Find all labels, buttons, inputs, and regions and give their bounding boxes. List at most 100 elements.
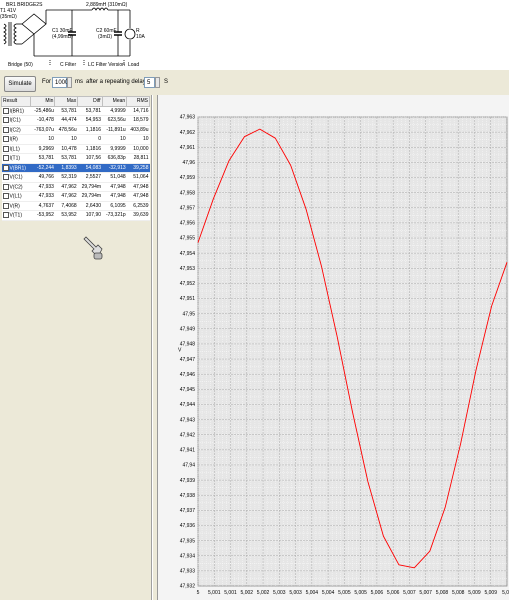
caption-bridge: Bridge (50) [8,62,33,68]
row-checkbox[interactable] [2,136,9,143]
delay-input[interactable]: 5 [144,77,155,88]
row-checkbox[interactable] [2,155,9,162]
result-value-cell: 39,258 [126,163,150,173]
result-value-cell: 18,579 [126,115,150,126]
result-value-cell: 14,716 [126,106,150,116]
column-header-rms[interactable]: RMS [126,96,150,107]
result-value-cell: 52,319 [54,172,78,183]
result-value-cell: 29,794m [77,191,103,202]
result-value-cell: 9,2969 [30,144,55,154]
result-name: V(BR1) [9,164,26,171]
caption-lc-filter: LC Filter Version [88,62,125,68]
x-tick-label: 5,01 [502,590,509,596]
result-row[interactable]: I(C1) -10,478 44,474 54,953 623,56u 18,579 [1,115,150,126]
x-tick-label: 5,008 [452,590,465,596]
result-row[interactable]: V(T1) -53,952 53,952 107,90 -73,321p 39,639 [1,210,150,221]
row-checkbox[interactable] [2,202,9,209]
row-checkbox[interactable] [2,126,9,133]
y-tick-label: 47,947 [180,357,196,363]
result-row[interactable]: I(C2) -763,07u 478,56u 1,1816 -11,891u 403,89… [1,125,150,135]
y-tick-label: 47,954 [180,251,196,257]
result-row[interactable]: I(BR1) -25,486u 53,781 53,781 4,9999 14,716 [1,106,150,116]
column-header-result[interactable]: Result [1,96,31,107]
result-name: V(T1) [9,212,23,219]
x-tick-label: 5,007 [419,590,432,596]
result-value-cell: 10 [54,134,78,145]
results-panel: Result Min Max Diff Mean RMS I(BR1) -25,4… [0,95,152,600]
row-checkbox[interactable] [2,183,9,190]
row-checkbox[interactable] [2,145,9,152]
y-tick-label: 47,943 [180,417,196,423]
result-name-cell: V(R) [1,201,31,211]
result-row[interactable]: V(R) 4,7637 7,4068 2,6430 6,1095 6,2539 [1,201,150,211]
row-checkbox[interactable] [2,212,9,219]
row-checkbox[interactable] [2,107,9,114]
x-tick-label: 5,005 [338,590,351,596]
x-tick-label: 5,002 [241,590,254,596]
result-name: V(C2) [9,183,23,190]
result-value-cell: 47,948 [126,182,150,192]
result-row[interactable]: I(T1) 53,781 53,781 107,56 636,83p 28,811 [1,153,150,164]
y-tick-label: 47,932 [180,584,196,590]
transformer-resistance-label: (35mΩ) [0,14,17,20]
x-tick-label: 5,006 [371,590,384,596]
result-name: I(C1) [9,117,21,124]
y-tick-label: 47,939 [180,478,196,484]
result-value-cell: 51,048 [102,172,127,183]
result-value-cell: 6,1095 [102,201,127,211]
hand-pointer-icon [83,236,103,260]
column-header-mean[interactable]: Mean [101,96,128,107]
result-name-cell: I(T1) [1,153,31,164]
y-tick-label: 47,938 [180,493,196,499]
result-value-cell: 53,781 [54,106,78,116]
y-tick-label: 47,949 [180,327,196,333]
caption-c-filter: C Filter [60,62,76,68]
result-value-cell: 44,474 [54,115,78,126]
result-row[interactable]: V(C2) 47,933 47,962 29,794m 47,948 47,948 [1,182,150,192]
result-value-cell: 10,478 [54,144,78,154]
result-row[interactable]: V(BR1) -52,244 1,8393 54,083 -32,913 39,258 [1,163,150,173]
x-tick-label: 5,001 [208,590,221,596]
row-checkbox[interactable] [2,117,9,124]
result-value-cell: -763,07u [30,125,55,135]
result-value-cell: 47,948 [126,191,150,202]
row-checkbox[interactable] [2,193,9,200]
column-header-diff[interactable]: Diff [77,96,103,107]
duration-spinner[interactable] [67,77,72,88]
seconds-label: S [164,79,169,85]
result-row[interactable]: I(R) 10 10 0 10 10 [1,134,150,145]
result-value-cell: 53,781 [77,106,103,116]
waveform-plot[interactable]: 47,963 47,962 47,961 47,96 47,959 47,958 47,95… [158,95,509,600]
delay-spinner[interactable] [155,77,160,88]
x-tick-label: 5,005 [354,590,367,596]
ms-label: ms [75,79,83,85]
column-header-max[interactable]: Max [54,96,79,107]
result-value-cell: 10,000 [126,144,150,154]
result-value-cell: 47,948 [102,182,127,192]
bridge-rectifier [21,13,47,35]
x-tick-label: 5,008 [436,590,449,596]
result-value-cell: 107,56 [77,153,103,164]
result-name: I(T1) [9,155,21,162]
result-value-cell: -11,891u [102,125,127,135]
result-value-cell: 636,83p [102,153,127,164]
result-value-cell: -52,244 [30,163,55,173]
result-row[interactable]: V(C1) 49,766 52,319 2,5527 51,048 51,064 [1,172,150,183]
y-tick-label: 47,942 [180,432,196,438]
result-row[interactable]: V(L1) 47,933 47,962 29,794m 47,948 47,948 [1,191,150,202]
y-tick-label: 47,956 [180,221,196,227]
row-checkbox[interactable] [2,174,9,181]
y-tick-label: 47,957 [180,205,196,211]
y-tick-label: 47,935 [180,538,196,544]
simulate-button[interactable]: Simulate [4,76,36,92]
result-value-cell: 10 [102,134,127,145]
result-value-cell: 28,811 [126,153,150,164]
result-value-cell: -10,478 [30,115,55,126]
row-checkbox[interactable] [2,164,9,171]
result-value-cell: -73,321p [102,210,127,221]
duration-input[interactable]: 1000 [52,77,68,88]
schematic-diagram: BR1 BRIDGE2S T1 41V (35mΩ) 2,889mH (310m… [0,2,146,68]
column-header-min[interactable]: Min [29,96,56,107]
c2-esr-label: (3mΩ) [98,34,112,40]
result-row[interactable]: I(L1) 9,2969 10,478 1,1816 9,9999 10,000 [1,144,150,154]
